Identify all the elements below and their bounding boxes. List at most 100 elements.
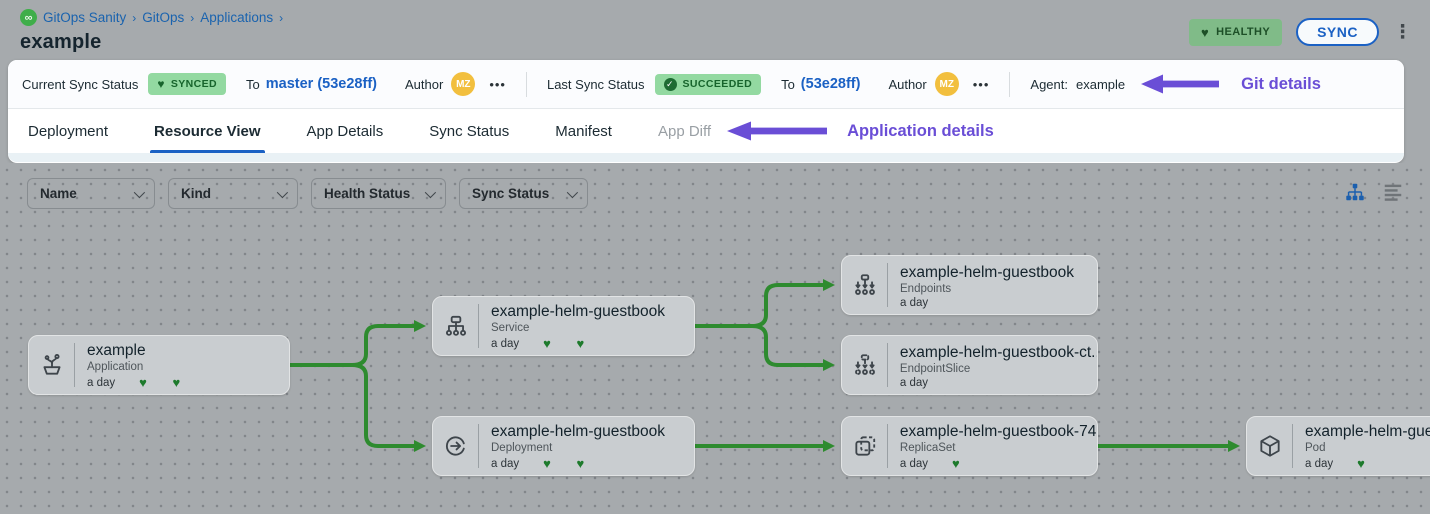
gitops-logo-icon: ∞: [20, 9, 37, 26]
synced-badge: ♥ SYNCED: [148, 73, 226, 95]
node-age: a day: [1305, 458, 1333, 470]
divider: [1009, 72, 1010, 97]
resource-node-endpoints[interactable]: example-helm-guestbook Endpoints a day: [841, 255, 1098, 315]
app-summary-card: Current Sync Status ♥ SYNCED To master (…: [8, 60, 1404, 163]
node-kind: EndpointSlice: [900, 363, 1087, 375]
succeeded-badge-label: SUCCEEDED: [683, 78, 753, 90]
node-kind: ReplicaSet: [900, 442, 1087, 454]
tab-sync-status[interactable]: Sync Status: [427, 109, 511, 153]
more-options-icon[interactable]: •••: [489, 77, 506, 92]
author-avatar: MZ: [935, 72, 959, 96]
filter-name-dropdown[interactable]: Name: [27, 178, 155, 209]
health-heart-icons: ♥: [952, 456, 960, 471]
agent-label: Agent:: [1030, 77, 1068, 92]
to-label: To: [781, 77, 795, 92]
resource-node-endpointslice[interactable]: example-helm-guestbook-ct... EndpointSli…: [841, 335, 1098, 395]
left-arrow-icon: [1141, 73, 1219, 95]
agent-value: example: [1076, 77, 1125, 92]
last-revision-link[interactable]: (53e28ff): [801, 76, 861, 92]
git-details-annotation-text: Git details: [1241, 75, 1321, 94]
resource-node-replicaset[interactable]: example-helm-guestbook-74... ReplicaSet …: [841, 416, 1098, 476]
breadcrumb-item-applications[interactable]: Applications: [200, 10, 273, 25]
filter-label: Kind: [181, 186, 211, 201]
page-header: ∞ GitOps Sanity › GitOps › Applications …: [0, 0, 1430, 60]
breadcrumb-item-gitops[interactable]: GitOps: [142, 10, 184, 25]
health-heart-icons: ♥ ♥: [543, 456, 584, 471]
current-sync-status-label: Current Sync Status: [22, 77, 138, 92]
tree-view-icon[interactable]: [1344, 181, 1366, 203]
node-title: example-helm-guestbook: [491, 303, 665, 321]
resource-node-deployment[interactable]: example-helm-guestbook Deployment a day …: [432, 416, 695, 476]
chevron-down-icon: [134, 186, 145, 197]
node-age: a day: [900, 297, 928, 309]
tab-manifest[interactable]: Manifest: [553, 109, 614, 153]
breadcrumb-separator: ›: [190, 11, 194, 25]
current-revision-link[interactable]: master (53e28ff): [266, 76, 377, 92]
resource-node-pod[interactable]: example-helm-guest Pod a day ♥: [1246, 416, 1430, 476]
more-options-icon[interactable]: •••: [973, 77, 990, 92]
chevron-down-icon: [425, 186, 436, 197]
heart-icon: ♥: [157, 77, 165, 91]
node-kind: Service: [491, 322, 665, 334]
card-footer: [8, 153, 1404, 162]
health-heart-icons: ♥ ♥: [139, 375, 180, 390]
sync-button[interactable]: SYNC: [1296, 18, 1379, 46]
node-title: example-helm-guestbook-ct...: [900, 344, 1087, 362]
succeeded-badge: ✓ SUCCEEDED: [655, 74, 762, 95]
node-age: a day: [87, 377, 115, 389]
left-arrow-icon: [727, 120, 827, 142]
view-toggle: [1344, 181, 1404, 203]
node-title: example-helm-guest: [1305, 423, 1430, 441]
tab-app-diff[interactable]: App Diff: [656, 109, 713, 153]
service-icon: [433, 297, 478, 355]
filter-health-status-dropdown[interactable]: Health Status: [311, 178, 446, 209]
application-details-annotation-text: Application details: [847, 122, 994, 141]
check-circle-icon: ✓: [664, 78, 677, 91]
resource-node-service[interactable]: example-helm-guestbook Service a day ♥ ♥: [432, 296, 695, 356]
chevron-down-icon: [567, 186, 578, 197]
node-age: a day: [491, 338, 519, 350]
divider: [526, 72, 527, 97]
chevron-down-icon: [277, 186, 288, 197]
breadcrumb-separator: ›: [132, 11, 136, 25]
filter-label: Sync Status: [472, 186, 549, 201]
application-details-annotation: Application details: [727, 120, 994, 142]
node-age: a day: [900, 458, 928, 470]
author-label: Author: [888, 77, 926, 92]
heart-icon: ♥: [1201, 25, 1209, 40]
tab-resource-view[interactable]: Resource View: [152, 109, 262, 153]
application-icon: [29, 336, 74, 394]
kebab-menu-icon[interactable]: ⋮: [1393, 23, 1412, 42]
filter-bar: Name Kind Health Status Sync Status: [27, 178, 588, 209]
endpoints-icon: [842, 256, 887, 314]
filter-sync-status-dropdown[interactable]: Sync Status: [459, 178, 588, 209]
tab-deployment[interactable]: Deployment: [26, 109, 110, 153]
filter-label: Name: [40, 186, 77, 201]
node-title: example-helm-guestbook-74...: [900, 423, 1087, 441]
health-heart-icons: ♥ ♥: [543, 336, 584, 351]
resource-node-application-example[interactable]: example Application a day ♥ ♥: [28, 335, 290, 395]
health-status-badge: ♥ HEALTHY: [1189, 19, 1282, 46]
tab-app-details[interactable]: App Details: [305, 109, 386, 153]
health-badge-label: HEALTHY: [1216, 26, 1270, 38]
pod-icon: [1247, 417, 1292, 475]
node-age: a day: [491, 458, 519, 470]
deployment-icon: [433, 417, 478, 475]
node-title: example: [87, 342, 180, 360]
node-kind: Deployment: [491, 442, 665, 454]
node-title: example-helm-guestbook: [900, 264, 1074, 282]
breadcrumb-item-gitops-sanity[interactable]: GitOps Sanity: [43, 10, 126, 25]
breadcrumb-separator: ›: [279, 11, 283, 25]
author-label: Author: [405, 77, 443, 92]
filter-kind-dropdown[interactable]: Kind: [168, 178, 298, 209]
node-title: example-helm-guestbook: [491, 423, 665, 441]
app-tabs: Deployment Resource View App Details Syn…: [8, 109, 1404, 153]
synced-badge-label: SYNCED: [171, 78, 217, 90]
author-avatar: MZ: [451, 72, 475, 96]
list-view-icon[interactable]: [1382, 181, 1404, 203]
endpointslice-icon: [842, 336, 887, 394]
sync-status-bar: Current Sync Status ♥ SYNCED To master (…: [8, 60, 1404, 109]
git-details-annotation: Git details: [1141, 73, 1321, 95]
replicaset-icon: [842, 417, 887, 475]
node-kind: Application: [87, 361, 180, 373]
